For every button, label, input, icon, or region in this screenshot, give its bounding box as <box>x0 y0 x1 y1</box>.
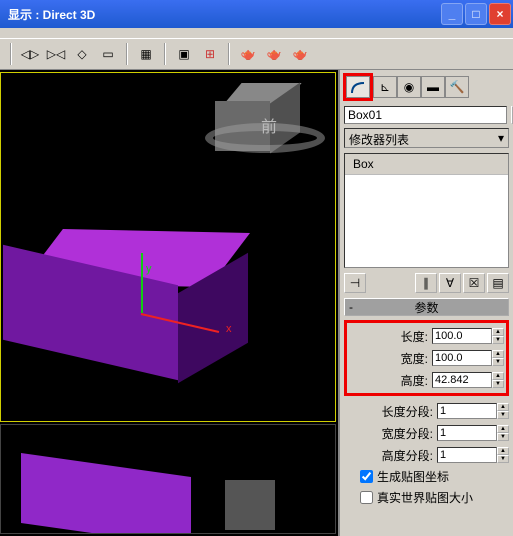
axis-x-label: x <box>226 323 232 335</box>
viewport-area: 前 y x <box>0 70 338 536</box>
tab-utilities[interactable]: 🔨 <box>445 76 469 98</box>
real-world-label: 真实世界贴图大小 <box>377 489 473 506</box>
menu-bar <box>0 28 513 38</box>
tab-modify[interactable] <box>346 76 370 98</box>
teapot1-icon[interactable]: 🫖 <box>236 42 260 66</box>
window-title: 显示 : Direct 3D <box>8 6 95 23</box>
utilities-icon: 🔨 <box>450 80 465 94</box>
hsegs-spin-down[interactable]: ▼ <box>497 455 509 463</box>
gen-map-checkbox[interactable] <box>360 470 373 483</box>
teapot2-icon[interactable]: 🫖 <box>262 42 286 66</box>
height-spin-up[interactable]: ▲ <box>492 372 504 380</box>
motion-icon: ◉ <box>404 80 414 94</box>
collapse-icon: - <box>349 300 353 314</box>
lsegs-spin-down[interactable]: ▼ <box>497 411 509 419</box>
main-toolbar: ◁▷ ▷◁ ◇ ▭ ▦ ▣ ⊞ 🫖 🫖 🫖 <box>0 38 513 70</box>
eraser-icon[interactable]: ◇ <box>70 42 94 66</box>
width-spin-up[interactable]: ▲ <box>492 350 504 358</box>
height-input[interactable] <box>432 372 492 388</box>
width-label: 宽度: <box>368 350 428 367</box>
configure-button[interactable]: ▤ <box>487 273 509 293</box>
stack-item-box[interactable]: Box <box>345 154 508 175</box>
frame-icon[interactable]: ▣ <box>172 42 196 66</box>
viewport-perspective[interactable]: 前 y x <box>0 72 336 422</box>
dropdown-icon: ▾ <box>498 131 504 145</box>
tab-display[interactable]: ▬ <box>421 76 445 98</box>
length-spin-up[interactable]: ▲ <box>492 328 504 336</box>
nav-prev-icon[interactable]: ◁▷ <box>18 42 42 66</box>
wsegs-input[interactable] <box>437 425 497 441</box>
command-panel: ⊾ ◉ ▬ 🔨 修改器列表 ▾ Box ⊣ ∥ ∀ ☒ ▤ - <box>338 70 513 536</box>
width-spin-down[interactable]: ▼ <box>492 358 504 366</box>
minimize-button[interactable]: _ <box>441 3 463 25</box>
object-name-field[interactable] <box>344 106 507 124</box>
axis-y-label: y <box>146 263 152 275</box>
maximize-button[interactable]: □ <box>465 3 487 25</box>
lsegs-spin-up[interactable]: ▲ <box>497 403 509 411</box>
box-icon[interactable]: ▭ <box>96 42 120 66</box>
hsegs-spin-up[interactable]: ▲ <box>497 447 509 455</box>
height-spin-down[interactable]: ▼ <box>492 380 504 388</box>
modifier-stack[interactable]: Box <box>344 153 509 268</box>
length-label: 长度: <box>368 328 428 345</box>
highlight-modify-tab <box>343 73 373 101</box>
hierarchy-icon: ⊾ <box>380 80 390 94</box>
palette-icon[interactable]: ⊞ <box>198 42 222 66</box>
make-unique-button[interactable]: ∀ <box>439 273 461 293</box>
length-spin-down[interactable]: ▼ <box>492 336 504 344</box>
show-end-button[interactable]: ∥ <box>415 273 437 293</box>
rollout-header-params[interactable]: - 参数 <box>344 298 509 316</box>
window-buttons: _ □ × <box>441 3 511 25</box>
close-button[interactable]: × <box>489 3 511 25</box>
teapot3-icon[interactable]: 🫖 <box>288 42 312 66</box>
highlight-dimensions: 长度: ▲▼ 宽度: ▲▼ 高度: ▲▼ <box>344 320 509 396</box>
lsegs-label: 长度分段: <box>373 403 433 420</box>
lsegs-input[interactable] <box>437 403 497 419</box>
hsegs-label: 高度分段: <box>373 447 433 464</box>
modifier-list-dropdown[interactable]: 修改器列表 ▾ <box>344 128 509 148</box>
tab-motion[interactable]: ◉ <box>397 76 421 98</box>
stack-toolbar: ⊣ ∥ ∀ ☒ ▤ <box>340 271 513 295</box>
modifier-list-label: 修改器列表 <box>349 131 409 145</box>
viewcube-label: 前 <box>261 113 277 137</box>
wsegs-label: 宽度分段: <box>373 425 433 442</box>
length-input[interactable] <box>432 328 492 344</box>
table-icon[interactable]: ▦ <box>134 42 158 66</box>
nav-next-icon[interactable]: ▷◁ <box>44 42 68 66</box>
display-icon: ▬ <box>427 80 439 94</box>
height-label: 高度: <box>368 372 428 389</box>
real-world-checkbox[interactable] <box>360 491 373 504</box>
rollout-title: 参数 <box>414 299 438 316</box>
pin-stack-button[interactable]: ⊣ <box>344 273 366 293</box>
width-input[interactable] <box>432 350 492 366</box>
hsegs-input[interactable] <box>437 447 497 463</box>
wsegs-spin-up[interactable]: ▲ <box>497 425 509 433</box>
viewport-secondary[interactable] <box>0 424 336 534</box>
wsegs-spin-down[interactable]: ▼ <box>497 433 509 441</box>
window-titlebar: 显示 : Direct 3D _ □ × <box>0 0 513 28</box>
tab-hierarchy[interactable]: ⊾ <box>373 76 397 98</box>
gen-map-label: 生成贴图坐标 <box>377 468 449 485</box>
remove-mod-button[interactable]: ☒ <box>463 273 485 293</box>
